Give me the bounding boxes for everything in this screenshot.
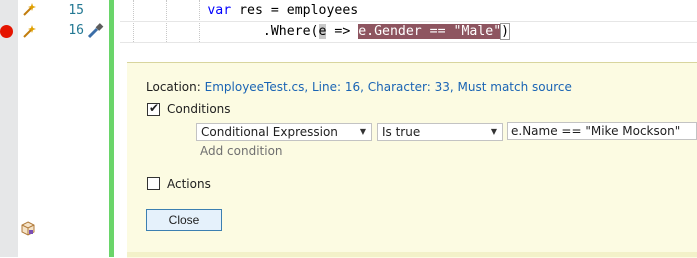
close-button[interactable]: Close xyxy=(146,209,222,231)
string-literal: "Male" xyxy=(453,24,502,39)
line-number: 16 xyxy=(68,23,84,38)
actions-checkbox[interactable] xyxy=(147,177,160,190)
checkmark-icon: ✔ xyxy=(149,101,160,115)
change-tracking-bar xyxy=(109,0,114,257)
breakpoint-icon[interactable] xyxy=(0,25,13,38)
condition-expression-input[interactable]: e.Name == "Mike Mockson" xyxy=(507,122,697,140)
panel-bottom-edge xyxy=(127,252,697,257)
location-link[interactable]: EmployeeTest.cs, Line: 16, Character: 33… xyxy=(205,80,572,94)
location-row: Location: EmployeeTest.cs, Line: 16, Cha… xyxy=(146,80,572,94)
add-condition-link[interactable]: Add condition xyxy=(200,144,283,158)
conditions-checkbox[interactable]: ✔ xyxy=(147,101,160,116)
code-line-15[interactable]: var res = employees xyxy=(120,1,697,21)
condition-type-dropdown[interactable]: Conditional Expression ▼ xyxy=(196,123,372,141)
quick-action-wand-icon[interactable] xyxy=(22,25,36,39)
line-number: 15 xyxy=(68,3,84,18)
brush-icon[interactable] xyxy=(86,22,104,40)
chevron-down-icon: ▼ xyxy=(490,127,497,136)
chevron-down-icon: ▼ xyxy=(359,127,366,136)
breakpoint-selection: e.Gender == xyxy=(358,24,454,39)
glyph-margin[interactable] xyxy=(0,0,18,257)
quick-action-wand-icon[interactable] xyxy=(22,3,36,17)
conditions-label: Conditions xyxy=(167,102,231,116)
code-line-16[interactable]: .Where(e => e.Gender == "Male") xyxy=(120,21,697,43)
actions-label: Actions xyxy=(167,177,211,191)
condition-operator-dropdown[interactable]: Is true ▼ xyxy=(377,123,503,141)
keyword: var xyxy=(207,3,232,18)
package-icon[interactable] xyxy=(20,221,36,237)
